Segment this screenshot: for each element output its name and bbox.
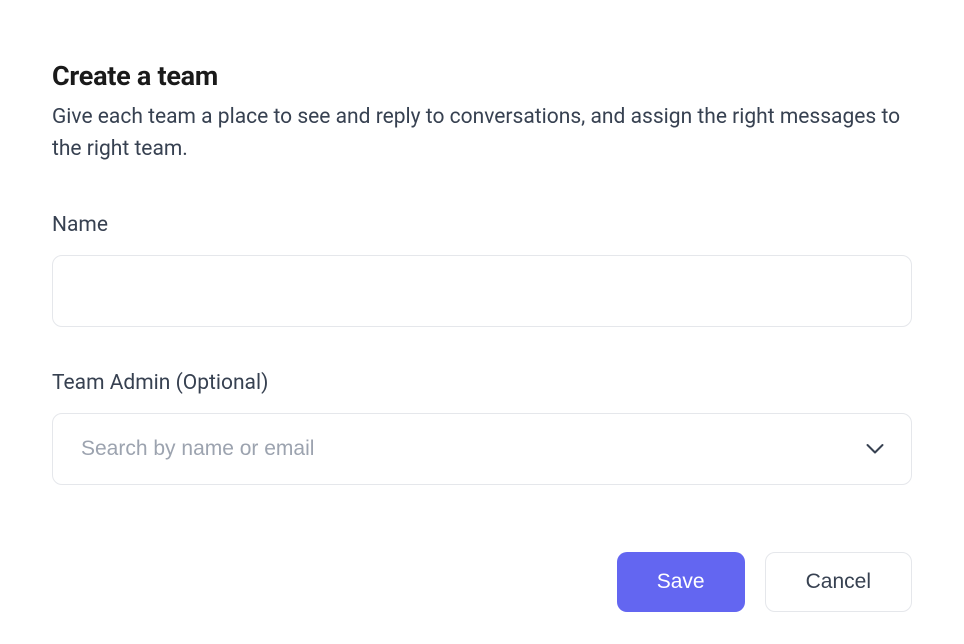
name-field-group: Name xyxy=(52,213,912,327)
name-input[interactable] xyxy=(52,255,912,327)
name-label: Name xyxy=(52,213,912,237)
cancel-button[interactable]: Cancel xyxy=(765,552,912,612)
team-admin-select[interactable]: Search by name or email xyxy=(52,413,912,485)
button-row: Save Cancel xyxy=(617,552,912,612)
team-admin-select-wrap: Search by name or email xyxy=(52,413,912,485)
modal-subtitle: Give each team a place to see and reply … xyxy=(52,102,912,165)
team-admin-label: Team Admin (Optional) xyxy=(52,371,912,395)
team-admin-placeholder: Search by name or email xyxy=(81,437,314,461)
team-admin-field-group: Team Admin (Optional) Search by name or … xyxy=(52,371,912,485)
save-button[interactable]: Save xyxy=(617,552,745,612)
modal-title: Create a team xyxy=(52,60,912,92)
